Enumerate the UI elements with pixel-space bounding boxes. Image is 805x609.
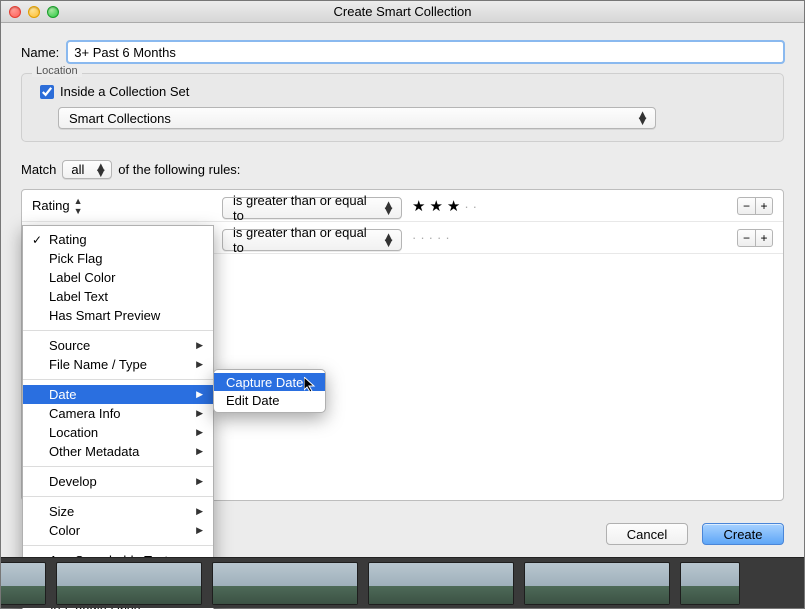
- menu-item-date[interactable]: Date: [23, 385, 213, 404]
- inside-collection-label: Inside a Collection Set: [60, 84, 189, 99]
- menu-item-label-text[interactable]: Label Text: [23, 287, 213, 306]
- match-value: all: [71, 162, 84, 177]
- name-label: Name:: [21, 45, 59, 60]
- match-select[interactable]: all ▲▼: [62, 160, 112, 179]
- collection-set-select[interactable]: Smart Collections ▲▼: [58, 107, 656, 129]
- menu-item-other-metadata[interactable]: Other Metadata: [23, 442, 213, 461]
- create-button[interactable]: Create: [702, 523, 784, 545]
- menu-item-pick-flag[interactable]: Pick Flag: [23, 249, 213, 268]
- match-suffix: of the following rules:: [118, 162, 240, 177]
- dialog-window: Create Smart Collection Name: Location I…: [0, 0, 805, 609]
- remove-rule-button[interactable]: −: [737, 229, 755, 247]
- criterion-label: Rating: [32, 198, 70, 213]
- inside-collection-checkbox[interactable]: [40, 85, 54, 99]
- rating-value[interactable]: ★★★··: [412, 197, 481, 215]
- menu-item-source[interactable]: Source: [23, 336, 213, 355]
- menu-item-rating[interactable]: Rating: [23, 230, 213, 249]
- menu-item-size[interactable]: Size: [23, 502, 213, 521]
- updown-icon: ▲▼: [382, 202, 395, 214]
- operator-label: is greater than or equal to: [233, 193, 372, 223]
- operator-cell: is greater than or equal to ▲▼: [222, 225, 404, 251]
- menu-item-label-color[interactable]: Label Color: [23, 268, 213, 287]
- menu-item-camera-info[interactable]: Camera Info: [23, 404, 213, 423]
- thumbnail[interactable]: [524, 562, 670, 605]
- rule-criterion: Rating ▲▼: [32, 196, 222, 216]
- add-rule-button[interactable]: +: [755, 197, 773, 215]
- location-fieldset: Location Inside a Collection Set Smart C…: [21, 73, 784, 142]
- cancel-button[interactable]: Cancel: [606, 523, 688, 545]
- match-row: Match all ▲▼ of the following rules:: [21, 160, 784, 179]
- dialog-buttons: Cancel Create: [606, 523, 784, 545]
- updown-icon: ▲▼: [636, 112, 649, 124]
- add-remove-buttons: − +: [737, 197, 773, 215]
- criterion-menu[interactable]: RatingPick FlagLabel ColorLabel TextHas …: [22, 225, 214, 609]
- zoom-icon[interactable]: [47, 6, 59, 18]
- add-rule-button[interactable]: +: [755, 229, 773, 247]
- submenu-item-edit-date[interactable]: Edit Date: [214, 391, 325, 409]
- thumbnail[interactable]: [1, 562, 46, 605]
- remove-rule-button[interactable]: −: [737, 197, 755, 215]
- updown-icon: ▲▼: [382, 234, 395, 246]
- minimize-icon[interactable]: [28, 6, 40, 18]
- titlebar: Create Smart Collection: [1, 1, 804, 23]
- operator-cell: is greater than or equal to ▲▼: [222, 193, 404, 219]
- collection-set-value: Smart Collections: [69, 111, 171, 126]
- window-title: Create Smart Collection: [1, 4, 804, 19]
- location-legend: Location: [32, 65, 82, 77]
- name-row: Name:: [21, 41, 784, 63]
- operator-select[interactable]: is greater than or equal to ▲▼: [222, 229, 402, 251]
- thumbnail[interactable]: [368, 562, 514, 605]
- criterion-select[interactable]: Rating ▲▼: [32, 196, 83, 216]
- name-input[interactable]: [67, 41, 784, 63]
- operator-label: is greater than or equal to: [233, 225, 372, 255]
- inside-collection-row: Inside a Collection Set: [40, 84, 771, 99]
- operator-select[interactable]: is greater than or equal to ▲▼: [222, 197, 402, 219]
- updown-icon: ▲▼: [74, 196, 83, 216]
- menu-item-location[interactable]: Location: [23, 423, 213, 442]
- menu-item-file-name-type[interactable]: File Name / Type: [23, 355, 213, 374]
- thumbnail[interactable]: [56, 562, 202, 605]
- window-controls: [9, 6, 59, 18]
- thumbnail[interactable]: [680, 562, 740, 605]
- close-icon[interactable]: [9, 6, 21, 18]
- updown-icon: ▲▼: [94, 164, 107, 176]
- match-prefix: Match: [21, 162, 56, 177]
- thumbnail[interactable]: [212, 562, 358, 605]
- add-remove-buttons: − +: [737, 229, 773, 247]
- filmstrip: [1, 557, 804, 608]
- menu-item-has-smart-preview[interactable]: Has Smart Preview: [23, 306, 213, 325]
- collection-set-row: Smart Collections ▲▼: [58, 107, 771, 129]
- rating-value[interactable]: ·····: [412, 229, 454, 246]
- submenu-item-capture-date[interactable]: Capture Date: [214, 373, 325, 391]
- rule-row: Rating ▲▼ is greater than or equal to ▲▼…: [22, 190, 783, 222]
- menu-item-develop[interactable]: Develop: [23, 472, 213, 491]
- date-submenu[interactable]: Capture DateEdit Date: [213, 369, 326, 413]
- menu-item-color[interactable]: Color: [23, 521, 213, 540]
